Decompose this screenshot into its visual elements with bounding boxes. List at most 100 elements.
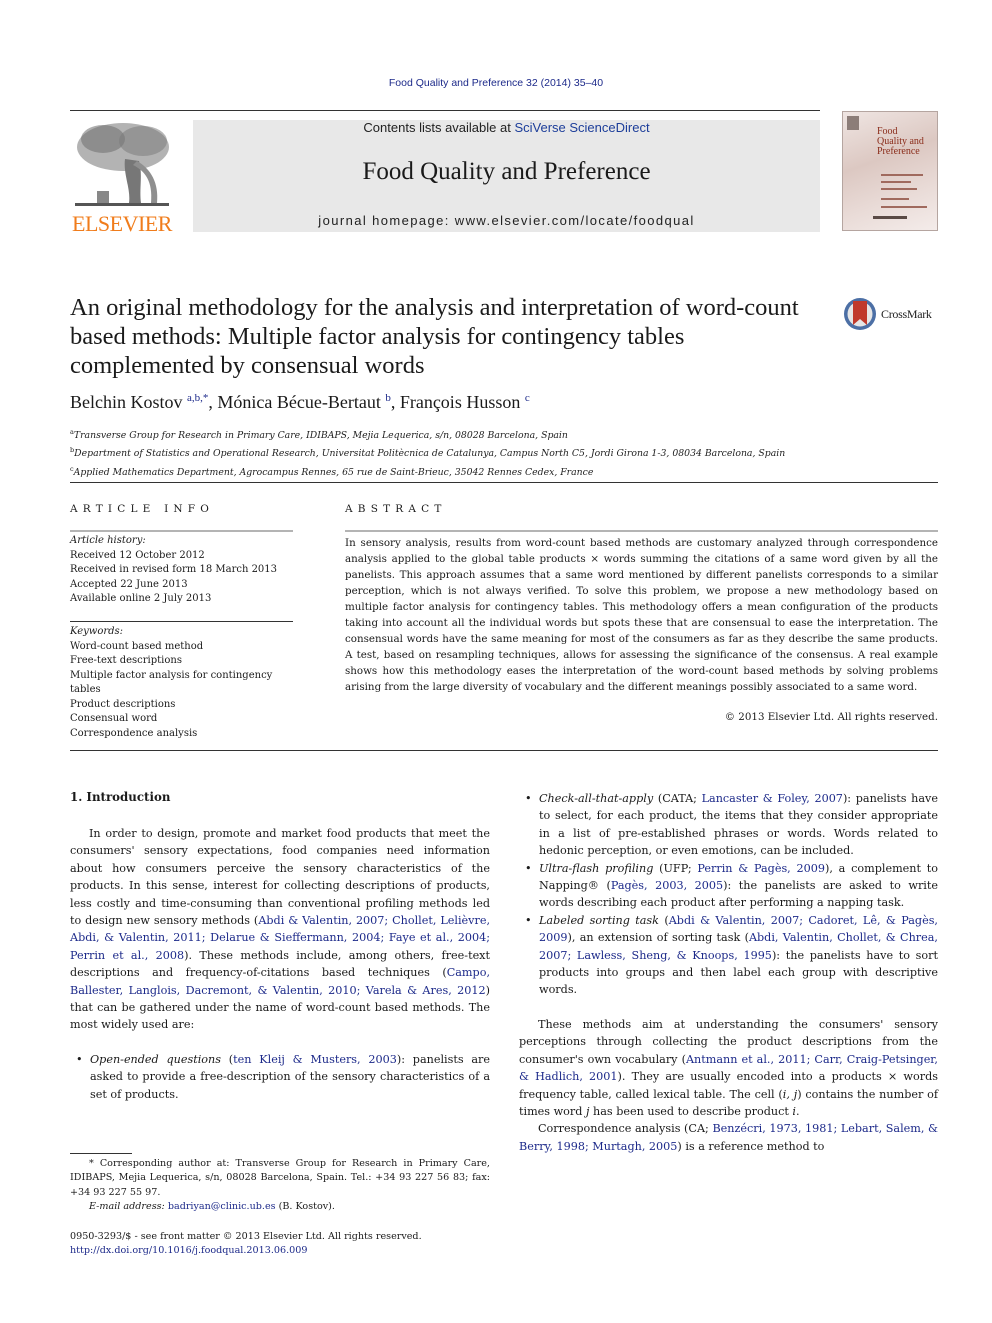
affiliation-text: Department of Statistics and Operational… <box>74 448 786 460</box>
cover-bullet-line <box>881 206 927 208</box>
cover-title-line: Preference <box>877 146 920 157</box>
email-label: E-mail address: <box>89 1201 168 1213</box>
method-term: Labeled sorting task <box>539 913 659 927</box>
crossmark-icon <box>844 298 876 330</box>
crossmark-button[interactable]: CrossMark <box>843 297 943 333</box>
text-run: has been used to describe product <box>589 1104 793 1118</box>
contents-prefix: Contents lists available at <box>363 120 515 135</box>
history-item: Received 12 October 2012 <box>70 549 205 561</box>
affiliation-text: Applied Mathematics Department, Agrocamp… <box>73 466 594 478</box>
section-divider <box>70 750 938 751</box>
text-run: ) is a reference method to <box>677 1139 825 1153</box>
history-item: Received in revised form 18 March 2013 <box>70 564 278 575</box>
citation-link[interactable]: ten Kleij & Musters, 2003 <box>233 1053 397 1066</box>
method-list-item: Ultra-flash profiling (UFP; Perrin & Pag… <box>519 860 938 912</box>
keywords-list: Keywords: Word-count based method Free-t… <box>70 625 300 741</box>
author-name[interactable]: Belchin Kostov <box>70 392 183 412</box>
keyword-item: Free-text descriptions <box>70 655 182 666</box>
affiliation-item: aTransverse Group for Research in Primar… <box>70 425 930 443</box>
elsevier-wordmark: ELSEVIER <box>72 211 172 236</box>
crossmark-label: CrossMark <box>881 307 932 321</box>
text-run: ( <box>658 913 669 927</box>
journal-cover-thumbnail[interactable]: Food Quality and Preference <box>842 111 938 231</box>
keywords-label: Keywords: <box>70 626 124 637</box>
footnote: * Corresponding author at: Transverse Gr… <box>70 1157 490 1215</box>
abstract-text: In sensory analysis, results from word-c… <box>345 537 938 693</box>
cover-footer-mark <box>873 216 907 219</box>
body-column-left: In order to design, promote and market f… <box>70 825 490 1103</box>
journal-homepage-link[interactable]: journal homepage: www.elsevier.com/locat… <box>193 213 820 228</box>
contents-available-line: Contents lists available at SciVerse Sci… <box>193 120 820 135</box>
cover-publisher-stamp <box>847 116 859 130</box>
cover-bullet-line <box>881 181 911 183</box>
citation-link[interactable]: Pagès, 2003, 2005 <box>611 879 723 892</box>
footnote-divider <box>70 1153 132 1154</box>
doi-link[interactable]: http://dx.doi.org/10.1016/j.foodqual.201… <box>70 1245 307 1256</box>
method-list-continued: Check-all-that-apply (CATA; Lancaster & … <box>519 790 938 999</box>
author-separator: , <box>390 392 400 412</box>
affiliation-text: Transverse Group for Research in Primary… <box>73 430 568 442</box>
keyword-item: Word-count based method <box>70 640 204 652</box>
keyword-item: Correspondence analysis <box>70 727 198 739</box>
text-run: (UFP; <box>653 861 698 875</box>
email-link[interactable]: badriyan@clinic.ub.es <box>168 1201 276 1212</box>
author-name[interactable]: Mónica Bécue-Bertaut <box>217 392 380 412</box>
affiliations: aTransverse Group for Research in Primar… <box>70 425 930 480</box>
cover-bullet-line <box>881 174 923 176</box>
journal-citation-link[interactable]: Food Quality and Preference 32 (2014) 35… <box>0 77 992 89</box>
text-run: (CATA; <box>653 792 702 805</box>
issn-line: 0950-3293/$ - see front matter © 2013 El… <box>70 1231 422 1242</box>
article-info-divider <box>70 530 293 532</box>
affiliation-item: bDepartment of Statistics and Operationa… <box>70 443 930 461</box>
method-term: Check-all-that-apply <box>539 792 654 805</box>
method-list-item: Open-ended questions (ten Kleij & Muster… <box>70 1051 490 1103</box>
cover-bullet-line <box>881 188 917 190</box>
method-term: Open-ended questions <box>90 1052 221 1066</box>
corresponding-author-note: * Corresponding author at: Transverse Gr… <box>70 1158 490 1198</box>
section-divider <box>70 482 938 483</box>
body-paragraph: Correspondence analysis (CA; Benzécri, 1… <box>519 1120 938 1155</box>
author-affiliation-marker[interactable]: c <box>525 392 530 404</box>
affiliation-item: cApplied Mathematics Department, Agrocam… <box>70 462 930 480</box>
issn-block: 0950-3293/$ - see front matter © 2013 El… <box>70 1230 490 1259</box>
abstract-copyright: © 2013 Elsevier Ltd. All rights reserved… <box>724 711 938 723</box>
text-run: In order to design, promote and market f… <box>70 827 490 928</box>
method-list-item: Labeled sorting task (Abdi & Valentin, 2… <box>519 912 938 999</box>
history-item: Accepted 22 June 2013 <box>70 578 188 590</box>
article-title: An original methodology for the analysis… <box>70 294 799 379</box>
abstract-divider <box>345 530 938 532</box>
elsevier-logo[interactable]: ELSEVIER <box>67 117 177 236</box>
author-list: Belchin Kostov a,b,*, Mónica Bécue-Berta… <box>70 392 870 413</box>
history-label: Article history: <box>70 535 146 546</box>
method-list-item: Check-all-that-apply (CATA; Lancaster & … <box>519 790 938 860</box>
author-affiliation-marker[interactable]: a,b,* <box>187 392 208 404</box>
keyword-item: Multiple factor analysis for contingency… <box>70 669 273 696</box>
italic-text: i, j <box>782 1087 798 1101</box>
citation-link[interactable]: Lancaster & Foley, 2007 <box>702 792 843 805</box>
body-column-right: Check-all-that-apply (CATA; Lancaster & … <box>519 790 938 1155</box>
sciencedirect-link[interactable]: SciVerse ScienceDirect <box>514 120 649 135</box>
citation-link[interactable]: Perrin & Pagès, 2009 <box>697 862 825 875</box>
text-run: Correspondence analysis (CA; <box>538 1122 713 1136</box>
article-info-heading: ARTICLE INFO <box>70 503 215 515</box>
introduction-heading: 1. Introduction <box>70 790 171 804</box>
keyword-item: Consensual word <box>70 713 158 724</box>
article-history: Article history: Received 12 October 201… <box>70 534 300 607</box>
body-paragraph: These methods aim at understanding the c… <box>519 1016 938 1120</box>
email-line: E-mail address: badriyan@clinic.ub.es (B… <box>70 1200 490 1214</box>
history-item: Available online 2 July 2013 <box>70 593 212 604</box>
text-run: ( <box>221 1052 234 1066</box>
email-suffix: (B. Kostov). <box>275 1201 335 1213</box>
keywords-divider <box>70 621 293 622</box>
text-run: ), an extension of sorting task ( <box>567 931 749 945</box>
journal-banner: Contents lists available at SciVerse Sci… <box>193 120 820 232</box>
keyword-item: Product descriptions <box>70 698 176 710</box>
method-list: Open-ended questions (ten Kleij & Muster… <box>70 1051 490 1103</box>
author-name[interactable]: François Husson <box>400 392 521 412</box>
text-run: . <box>796 1104 800 1118</box>
journal-title: Food Quality and Preference <box>362 158 651 185</box>
header-divider <box>70 110 820 111</box>
abstract-heading: ABSTRACT <box>345 503 447 515</box>
cover-bullet-line <box>881 198 909 200</box>
cover-title: Food Quality and Preference <box>877 127 924 157</box>
